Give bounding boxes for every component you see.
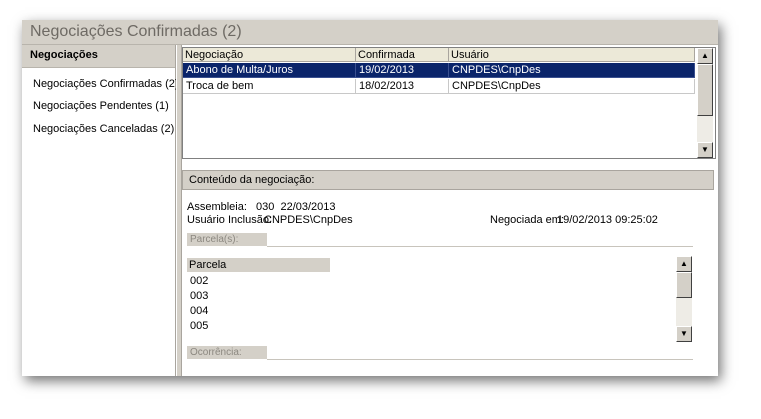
main-window: Negociações Confirmadas (2) Negociações … [22,20,718,376]
scroll-thumb[interactable] [676,272,692,298]
title-bar: Negociações Confirmadas (2) [22,20,718,45]
detail-section-title: Conteúdo da negociação: [189,174,315,186]
scroll-down-button[interactable]: ▼ [676,326,692,342]
column-header-negociacao[interactable]: Negociação [183,48,356,62]
sidebar-item-pendentes[interactable]: Negociações Pendentes (1) [33,100,169,112]
scroll-up-button[interactable]: ▲ [676,256,692,272]
scroll-thumb[interactable] [697,64,713,116]
ocorrencia-divider [267,359,693,360]
usuario-inclusao-value: CNPDES\CnpDes [264,214,353,226]
detail-section-header: Conteúdo da negociação: [182,170,714,190]
scroll-down-button[interactable]: ▼ [697,142,713,158]
cell-usuario: CNPDES\CnpDes [449,79,695,94]
cell-negociacao: Troca de bem [183,79,356,94]
sidebar-title: Negociações [30,49,98,61]
list-item[interactable]: 004 [190,305,208,317]
cell-confirmada: 19/02/2013 [356,63,449,78]
sidebar-header: Negociações [22,45,175,68]
parcelas-divider [267,246,693,247]
assembleia-label: Assembleia: [187,201,247,213]
scroll-up-button[interactable]: ▲ [697,48,713,64]
grid-header: Negociação Confirmada Usuário [183,48,696,63]
sidebar: Negociações Negociações Confirmadas (2) … [22,45,179,376]
table-row[interactable]: Abono de Multa/Juros 19/02/2013 CNPDES\C… [183,63,695,78]
column-header-confirmada[interactable]: Confirmada [356,48,449,62]
cell-negociacao: Abono de Multa/Juros [183,63,356,78]
list-item[interactable]: 005 [190,320,208,332]
ocorrencia-group-label: Ocorrência: [187,346,267,359]
column-header-usuario[interactable]: Usuário [449,48,695,62]
sidebar-item-confirmadas[interactable]: Negociações Confirmadas (2) [33,78,179,90]
cell-usuario: CNPDES\CnpDes [449,63,695,78]
negotiations-grid: Negociação Confirmada Usuário Abono de M… [182,47,716,159]
negociada-em-value: 19/02/2013 09:25:02 [557,214,658,226]
list-item[interactable]: 002 [190,275,208,287]
parcela-column-header[interactable]: Parcela [187,258,330,272]
grid-scrollbar[interactable]: ▲ ▼ [697,48,713,158]
sidebar-item-canceladas[interactable]: Negociações Canceladas (2) [33,123,174,135]
parcelas-scrollbar[interactable]: ▲ ▼ [676,256,692,342]
list-item[interactable]: 003 [190,290,208,302]
table-row[interactable]: Troca de bem 18/02/2013 CNPDES\CnpDes [183,79,695,94]
window-title: Negociações Confirmadas (2) [30,23,242,40]
negociada-em-label: Negociada em: [490,214,564,226]
assembleia-value: 030 22/03/2013 [256,201,336,213]
usuario-inclusao-label: Usuário Inclusão: [187,214,272,226]
cell-confirmada: 18/02/2013 [356,79,449,94]
parcelas-group-label: Parcela(s): [187,233,267,246]
